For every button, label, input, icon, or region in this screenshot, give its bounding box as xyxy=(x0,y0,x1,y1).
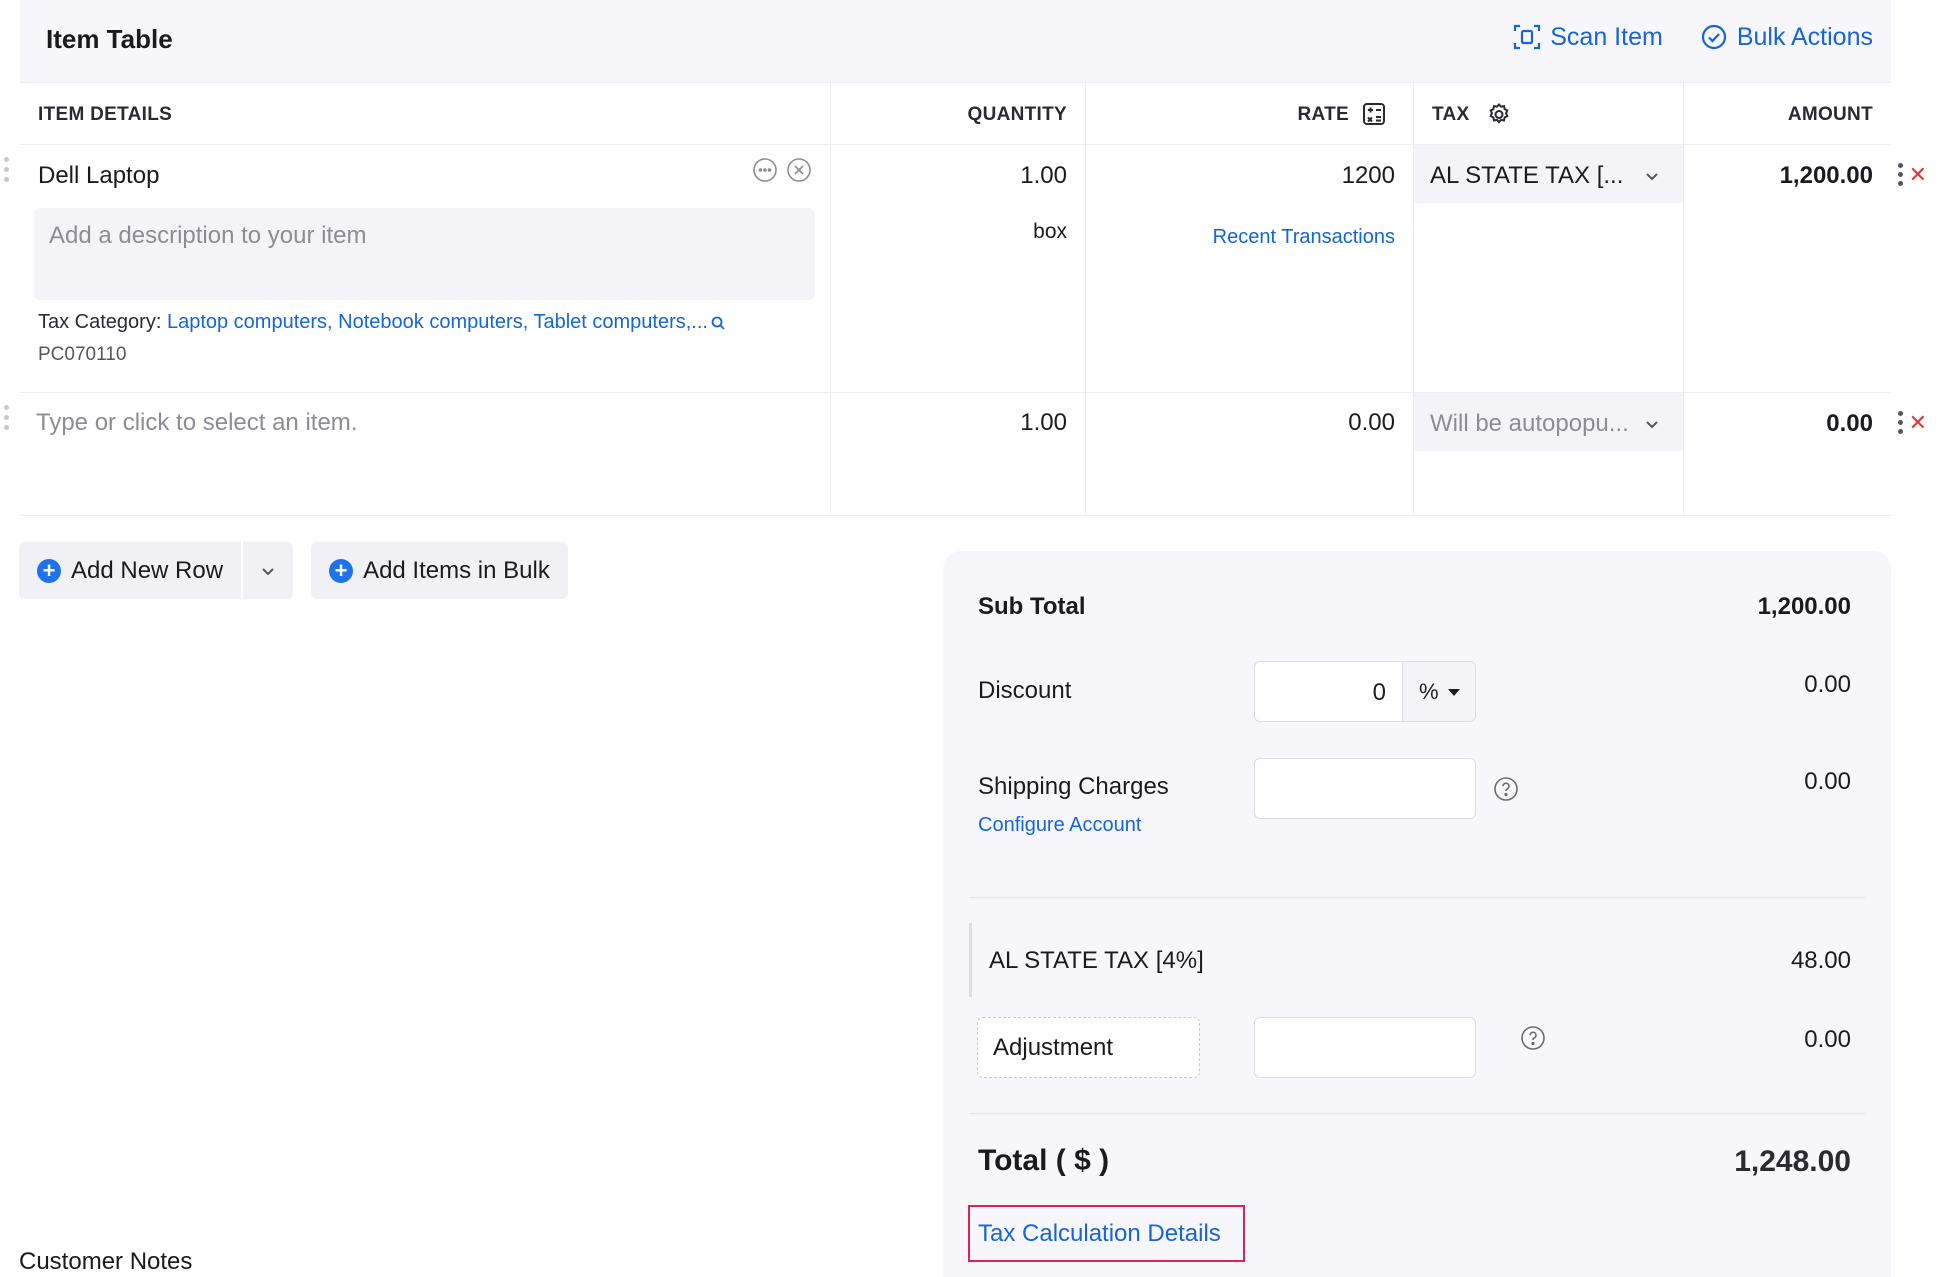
scan-item-button[interactable]: Scan Item xyxy=(1512,22,1663,52)
row-menu-icon[interactable] xyxy=(1897,163,1903,186)
chevron-down-icon xyxy=(262,567,274,575)
chevron-down-icon xyxy=(1646,173,1658,181)
rate-input[interactable]: 1200 xyxy=(1342,162,1395,190)
unit-label: box xyxy=(1033,220,1067,243)
calculator-icon[interactable] xyxy=(1361,101,1387,127)
quantity-input[interactable]: 1.00 xyxy=(1020,409,1067,437)
sub-total-label: Sub Total xyxy=(978,593,1086,620)
plus-icon: + xyxy=(329,558,354,583)
shipping-charges-value: 0.00 xyxy=(1804,768,1851,795)
add-new-row-group: + Add New Row xyxy=(19,542,294,599)
quantity-input[interactable]: 1.00 xyxy=(1020,162,1067,190)
plus-icon: + xyxy=(37,558,61,583)
column-header-row: ITEM DETAILS QUANTITY RATE TAX AMOUNT xyxy=(20,83,1891,145)
tax-category-label: Tax Category: xyxy=(38,311,162,333)
col-item-details: ITEM DETAILS xyxy=(38,104,173,125)
tax-select[interactable]: AL STATE TAX [... xyxy=(1414,145,1683,203)
drag-handle-icon[interactable] xyxy=(4,405,10,430)
gear-icon[interactable] xyxy=(1486,102,1512,128)
delete-row-icon[interactable]: ✕ xyxy=(1909,411,1927,434)
add-new-row-label: Add New Row xyxy=(71,556,224,584)
sub-total-value: 1,200.00 xyxy=(1757,593,1851,620)
add-items-in-bulk-group: + Add Items in Bulk xyxy=(311,542,568,599)
item-table-header: Item Table Scan Item Bulk Actions xyxy=(20,0,1891,83)
shipping-charges-label: Shipping Charges xyxy=(978,773,1169,800)
adjustment-label-input[interactable]: Adjustment xyxy=(977,1017,1200,1078)
check-circle-icon xyxy=(1701,24,1726,50)
adjustment-input[interactable] xyxy=(1254,1017,1476,1078)
discount-value: 0.00 xyxy=(1804,671,1851,698)
scan-item-label: Scan Item xyxy=(1550,22,1663,51)
divider xyxy=(969,1113,1865,1114)
help-icon[interactable] xyxy=(1520,1025,1546,1051)
add-row-dropdown-button[interactable] xyxy=(241,542,293,599)
add-items-in-bulk-button[interactable]: + Add Items in Bulk xyxy=(311,542,568,599)
tax-select-value: AL STATE TAX [... xyxy=(1430,162,1624,189)
col-amount: AMOUNT xyxy=(1787,104,1873,125)
add-new-row-button[interactable]: + Add New Row xyxy=(19,542,241,599)
total-label: Total ( $ ) xyxy=(978,1144,1110,1177)
chevron-down-icon xyxy=(1646,421,1658,429)
bulk-actions-button[interactable]: Bulk Actions xyxy=(1699,22,1873,52)
item-description-input[interactable]: Add a description to your item xyxy=(34,208,815,300)
tax-calculation-details-link[interactable]: Tax Calculation Details xyxy=(968,1205,1245,1262)
more-options-icon[interactable] xyxy=(752,157,778,183)
item-select-input[interactable]: Type or click to select an item. xyxy=(36,409,357,437)
tax-category-link[interactable]: Laptop computers, Notebook computers, Ta… xyxy=(167,311,708,333)
tax-select[interactable]: Will be autopopu... xyxy=(1414,393,1683,451)
row-amount: 0.00 xyxy=(1826,410,1873,437)
item-table: Item Table Scan Item Bulk Actions ITEM D… xyxy=(4,0,1927,516)
discount-unit-select[interactable]: % xyxy=(1402,661,1476,722)
item-name[interactable]: Dell Laptop xyxy=(38,162,159,190)
caret-down-icon xyxy=(1448,689,1460,696)
divider xyxy=(969,897,1865,898)
remove-item-icon[interactable] xyxy=(786,157,812,183)
adjustment-value: 0.00 xyxy=(1804,1026,1851,1053)
recent-transactions-link[interactable]: Recent Transactions xyxy=(1213,226,1395,249)
row-menu-icon[interactable] xyxy=(1897,411,1903,434)
col-tax: TAX xyxy=(1432,104,1470,125)
table-row: Dell Laptop Add a description to your it… xyxy=(4,145,1927,393)
tax-category: Tax Category: Laptop computers, Notebook… xyxy=(38,311,726,334)
search-icon[interactable] xyxy=(710,315,726,331)
col-quantity: QUANTITY xyxy=(967,104,1067,125)
drag-handle-icon[interactable] xyxy=(4,157,10,182)
item-table-title: Item Table xyxy=(46,24,173,54)
totals-panel: Sub Total 1,200.00 Discount 0 % 0.00 Shi… xyxy=(943,551,1891,1277)
scan-icon xyxy=(1514,24,1541,50)
help-icon[interactable] xyxy=(1493,776,1519,802)
tax-code: PC070110 xyxy=(38,344,127,365)
row-amount: 1,200.00 xyxy=(1779,162,1873,189)
table-row: Type or click to select an item. 1.00 0.… xyxy=(4,393,1927,516)
customer-notes-label: Customer Notes xyxy=(19,1248,193,1275)
rate-input[interactable]: 0.00 xyxy=(1348,409,1395,437)
configure-account-link[interactable]: Configure Account xyxy=(978,814,1141,837)
discount-label: Discount xyxy=(978,677,1072,704)
bulk-actions-label: Bulk Actions xyxy=(1736,22,1873,51)
add-items-in-bulk-label: Add Items in Bulk xyxy=(363,556,550,584)
tax-marker xyxy=(969,923,972,997)
col-rate: RATE xyxy=(1297,104,1349,125)
discount-input[interactable]: 0 xyxy=(1254,661,1403,722)
add-buttons: + Add New Row + Add Items in Bulk xyxy=(19,542,568,599)
delete-row-icon[interactable]: ✕ xyxy=(1909,163,1927,186)
description-placeholder: Add a description to your item xyxy=(49,222,367,249)
state-tax-label: AL STATE TAX [4%] xyxy=(989,947,1204,974)
state-tax-value: 48.00 xyxy=(1790,947,1851,974)
shipping-charges-input[interactable] xyxy=(1254,758,1476,819)
total-value: 1,248.00 xyxy=(1734,1145,1851,1178)
tax-select-placeholder: Will be autopopu... xyxy=(1430,410,1629,437)
